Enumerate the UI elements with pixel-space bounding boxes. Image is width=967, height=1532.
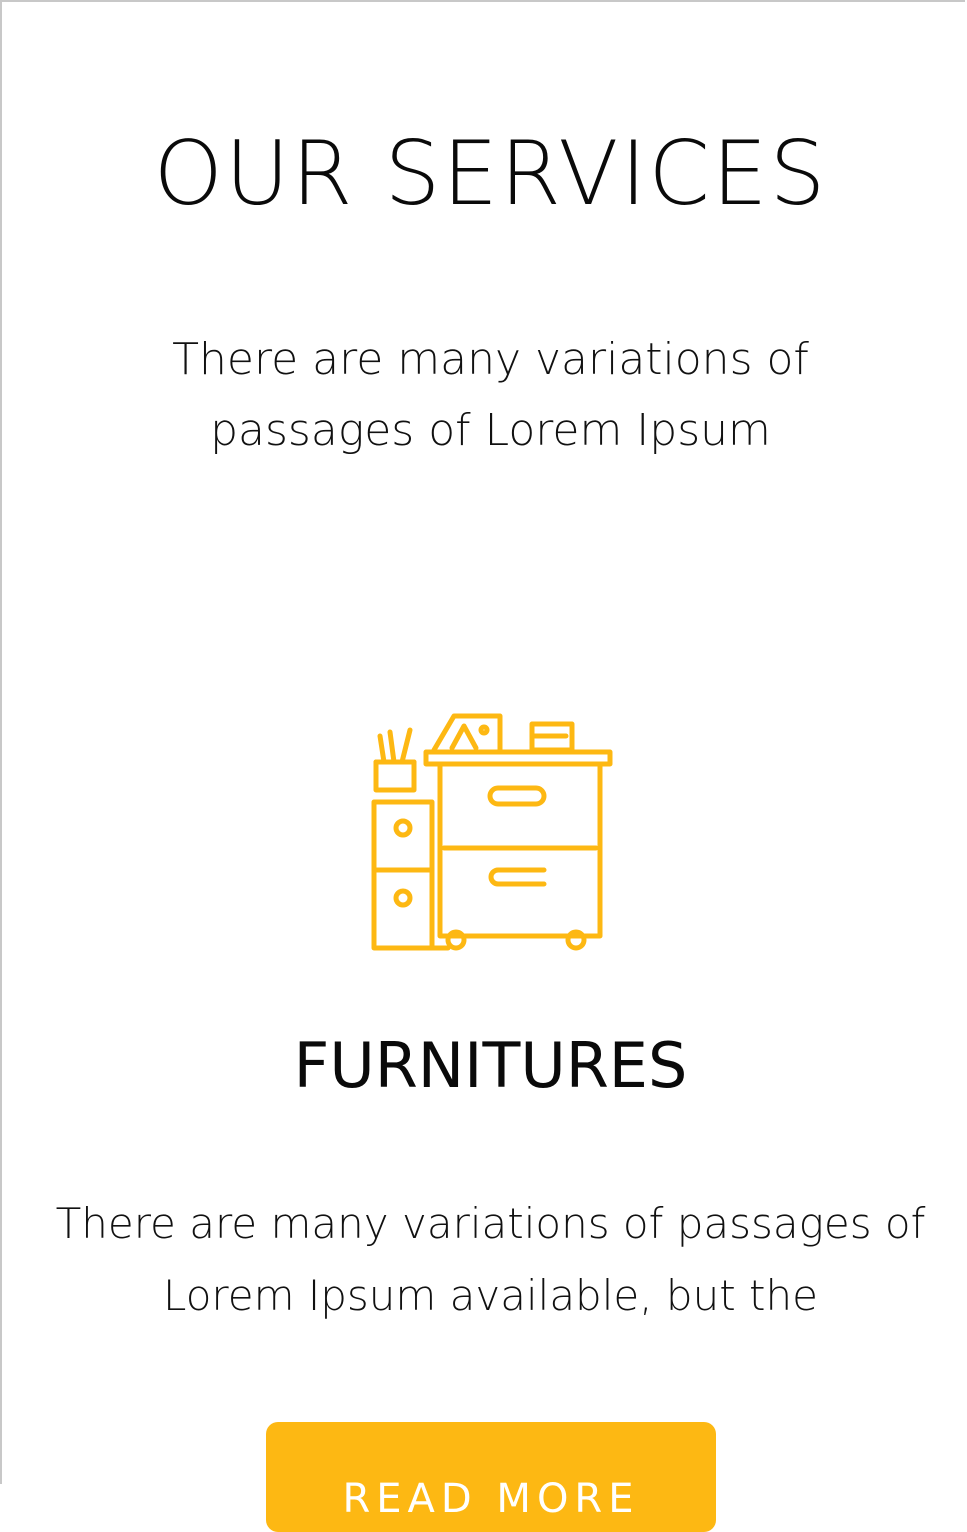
furniture-cabinet-icon <box>362 702 618 958</box>
page-frame: OUR SERVICES There are many variations o… <box>0 0 965 1532</box>
read-more-button[interactable]: READ MORE <box>266 1422 716 1532</box>
section-subtitle: There are many variations of passages of… <box>172 334 809 456</box>
section-title: OUR SERVICES <box>153 122 828 225</box>
service-title: FURNITURES <box>293 1029 688 1102</box>
service-description: There are many variations of passages of… <box>55 1199 926 1320</box>
